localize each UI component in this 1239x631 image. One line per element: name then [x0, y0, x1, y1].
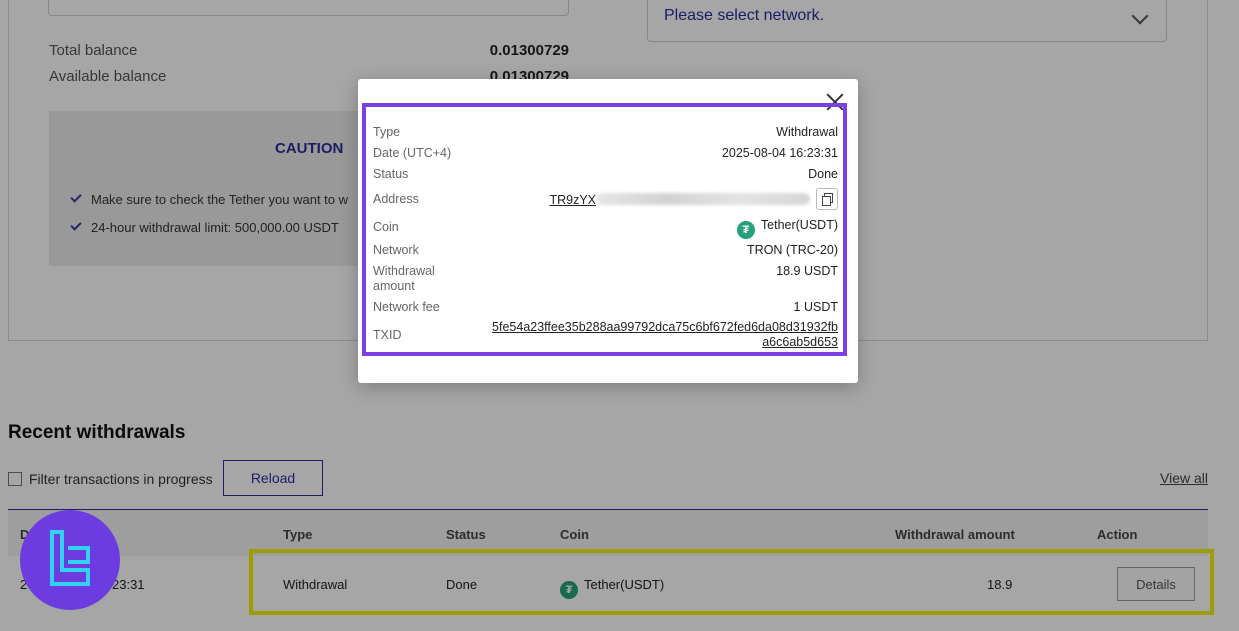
transaction-details-modal: Type Withdrawal Date (UTC+4) 2025-08-04 … [358, 79, 858, 383]
amount-label-line1: Withdrawal [373, 264, 435, 278]
address-blurred [596, 193, 810, 205]
network-value: TRON (TRC-20) [747, 243, 838, 257]
withdrawal-amount-value: 18.9 USDT [776, 264, 838, 278]
coin-value: ₮ Tether(USDT) [736, 218, 838, 239]
status-label: Status [373, 167, 409, 181]
network-fee-label: Network fee [373, 300, 440, 314]
date-value: 2025-08-04 16:23:31 [721, 146, 838, 160]
tether-icon: ₮ [736, 221, 755, 239]
coin-value-label: Tether(USDT) [760, 218, 838, 232]
coin-label: Coin [373, 220, 399, 234]
status-value: Done [808, 167, 838, 181]
date-label: Date (UTC+4) [373, 146, 452, 160]
txid-label: TXID [373, 328, 402, 342]
address-label: Address [373, 192, 419, 206]
type-value: Withdrawal [776, 125, 838, 139]
copy-icon[interactable] [816, 188, 838, 210]
withdrawal-amount-label: Withdrawal amount [373, 264, 435, 294]
address-value: TR9zYX [549, 188, 838, 210]
txid-line2[interactable]: a6c6ab5d653 [762, 335, 838, 349]
type-label: Type [373, 125, 401, 139]
logo-mark-icon [50, 530, 90, 586]
network-fee-value: 1 USDT [793, 300, 838, 314]
network-label: Network [373, 243, 419, 257]
txid-value[interactable]: 5fe54a23ffee35b288aa99792dca75c6bf672fed… [492, 320, 838, 350]
amount-label-line2: amount [373, 279, 415, 293]
watermark-logo [20, 510, 120, 610]
txid-line1[interactable]: 5fe54a23ffee35b288aa99792dca75c6bf672fed… [492, 320, 838, 334]
address-link[interactable]: TR9zYX [549, 193, 596, 207]
